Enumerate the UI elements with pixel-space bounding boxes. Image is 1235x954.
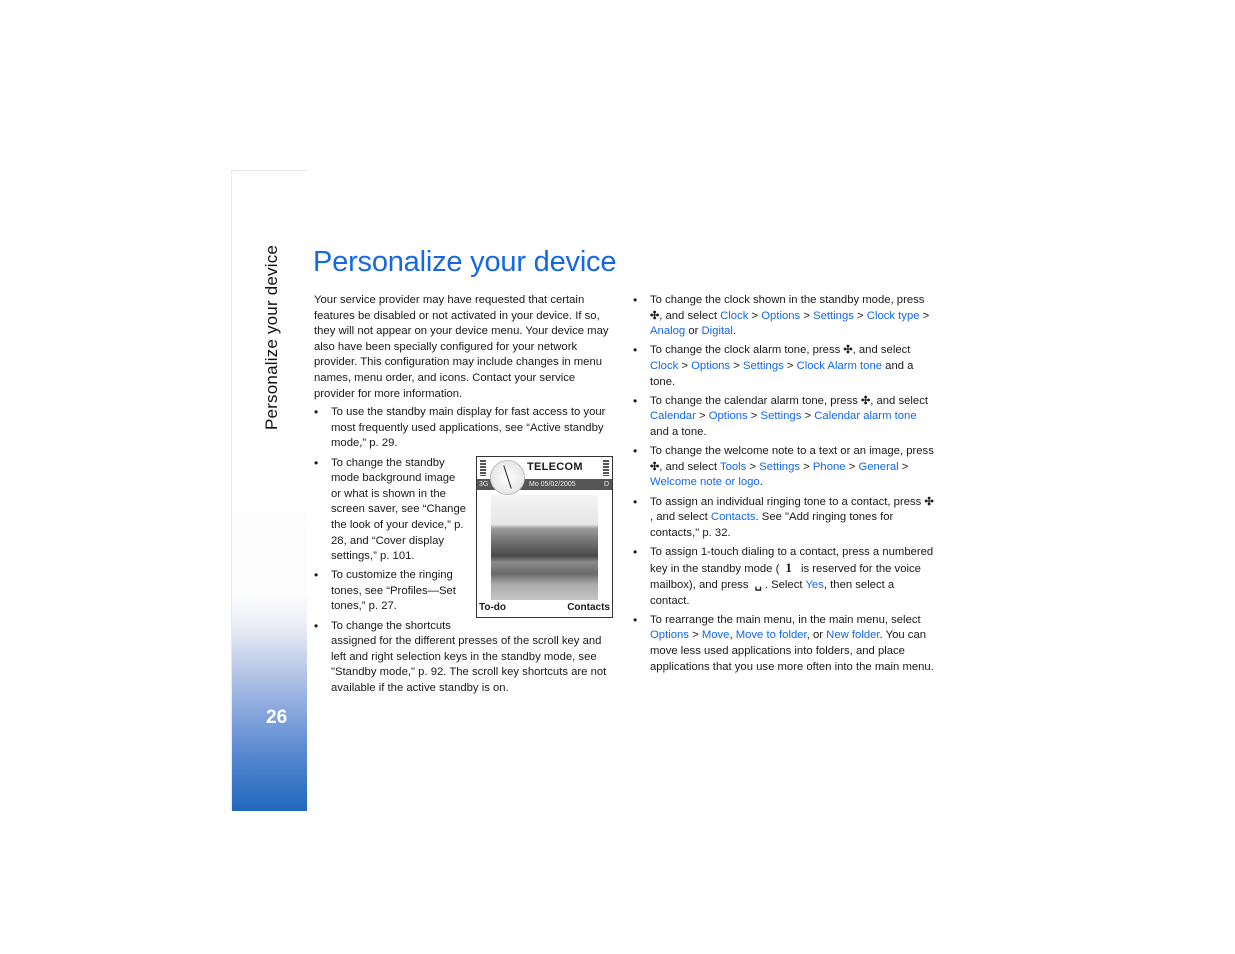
bullet-item: • To change the welcome note to a text or…: [633, 444, 934, 489]
text-run: To change the clock alarm tone, press: [650, 344, 844, 357]
text-run: To change the shortcuts assigned for the…: [331, 619, 607, 695]
menu-path-link: Move: [701, 629, 730, 642]
menu-path-link: Options: [708, 410, 748, 423]
menu-path-link: New folder: [826, 629, 880, 642]
text-run: , or: [806, 629, 827, 642]
text-run: , and select: [659, 460, 720, 473]
bullet-item: • To use the standby main display for fas…: [314, 405, 606, 450]
menu-key-icon: ✣: [650, 460, 660, 473]
text-run: , and select: [659, 309, 721, 322]
menu-path-link: Options: [691, 359, 731, 372]
text-run: or: [685, 325, 702, 338]
bullet-item: • To rearrange the main menu, in the main…: [633, 612, 934, 673]
text-run: >: [845, 460, 859, 473]
menu-key-icon: ✣: [650, 309, 660, 322]
text-run: >: [730, 359, 743, 372]
text-run: , and select: [870, 394, 928, 407]
text-run: Your service provider may have requested…: [314, 294, 609, 400]
text-run: To assign an individual ringing tone to …: [650, 495, 925, 508]
text-run: >: [800, 309, 814, 322]
text-run: >: [898, 460, 909, 473]
text-run: To change the calendar alarm tone, press: [650, 394, 861, 407]
text-run: >: [695, 410, 709, 423]
menu-path-link: Clock: [720, 309, 749, 322]
page-title: Personalize your device: [313, 246, 617, 278]
menu-path-link: Settings: [742, 359, 784, 372]
text-run: >: [853, 309, 867, 322]
bullet-item: • To change the shortcuts assigned for th…: [314, 618, 607, 695]
menu-path-link: Clock Alarm tone: [796, 359, 883, 372]
text-run: >: [678, 359, 692, 372]
right-column: • To change the clock shown in the standb…: [633, 293, 935, 679]
menu-key-icon: ✣: [843, 344, 853, 357]
text-run: , and select: [650, 511, 711, 524]
text-run: >: [688, 629, 702, 642]
menu-path-link: General: [858, 460, 899, 473]
menu-key-icon: ✣: [861, 394, 871, 407]
menu-path-link: Options: [650, 629, 689, 642]
bullet-item: • To change the standby mode background i…: [314, 455, 467, 563]
menu-key-icon: ✣: [924, 495, 934, 508]
one-key-icon: 1: [785, 560, 792, 576]
text-run: >: [747, 410, 761, 423]
menu-path-link: Calendar: [650, 410, 696, 423]
menu-path-link: Options: [761, 309, 801, 322]
menu-path-link: Tools: [719, 460, 747, 473]
sidebar-section-title: Personalize your device: [262, 244, 281, 430]
menu-path-link: Settings: [760, 410, 802, 423]
menu-path-link: Clock: [650, 359, 679, 372]
menu-path-link: Phone: [812, 460, 846, 473]
bullet-item: • To change the calendar alarm tone, pres…: [633, 393, 928, 438]
left-column: Your service provider may have requested…: [314, 293, 613, 700]
bullet-item: • To assign an individual ringing tone to…: [633, 494, 934, 539]
menu-path-link: Yes: [805, 579, 824, 592]
menu-path-link: Contacts: [710, 511, 756, 524]
text-run: and a tone.: [650, 425, 707, 438]
text-run: To change the standby mode background im…: [331, 456, 467, 563]
intro-paragraph: Your service provider may have requested…: [314, 293, 613, 402]
text-run: >: [801, 410, 815, 423]
page-number: 26: [266, 707, 288, 728]
menu-path-link: Settings: [759, 460, 801, 473]
menu-path-link: Analog: [650, 325, 686, 338]
menu-path-link: Welcome note or logo: [650, 476, 760, 489]
menu-path-link: Clock type: [866, 309, 920, 322]
text-run: .: [759, 476, 763, 489]
text-run: To change the welcome note to a text or …: [650, 445, 934, 458]
text-run: .: [732, 325, 737, 338]
text-run: . Select: [764, 579, 806, 592]
text-run: To customize the ringing tones, see “Pro…: [331, 569, 456, 613]
text-run: >: [746, 460, 760, 473]
text-run: To rearrange the main menu, in the main …: [650, 613, 921, 626]
text-run: , and select: [852, 344, 911, 357]
bullet-item: • To customize the ringing tones, see “Pr…: [314, 568, 456, 613]
text-run: To change the clock shown in the standby…: [650, 294, 925, 306]
text-run: >: [783, 359, 797, 372]
text-run: >: [919, 309, 930, 322]
text-run: To use the standby main display for fast…: [331, 406, 606, 450]
call-key-icon: ␣: [751, 579, 765, 592]
text-run: >: [748, 309, 762, 322]
text-run: >: [800, 460, 813, 473]
bullet-item: • To change the clock alarm tone, press ✣…: [633, 343, 914, 388]
menu-path-link: Settings: [813, 309, 854, 322]
bullet-item: • To assign 1-touch dialing to a contact,…: [633, 544, 934, 607]
menu-path-link: Calendar alarm tone: [814, 410, 917, 423]
menu-path-link: Digital: [701, 325, 733, 338]
menu-path-link: Move to folder: [735, 629, 807, 642]
bullet-item: • To change the clock shown in the standb…: [633, 293, 930, 338]
